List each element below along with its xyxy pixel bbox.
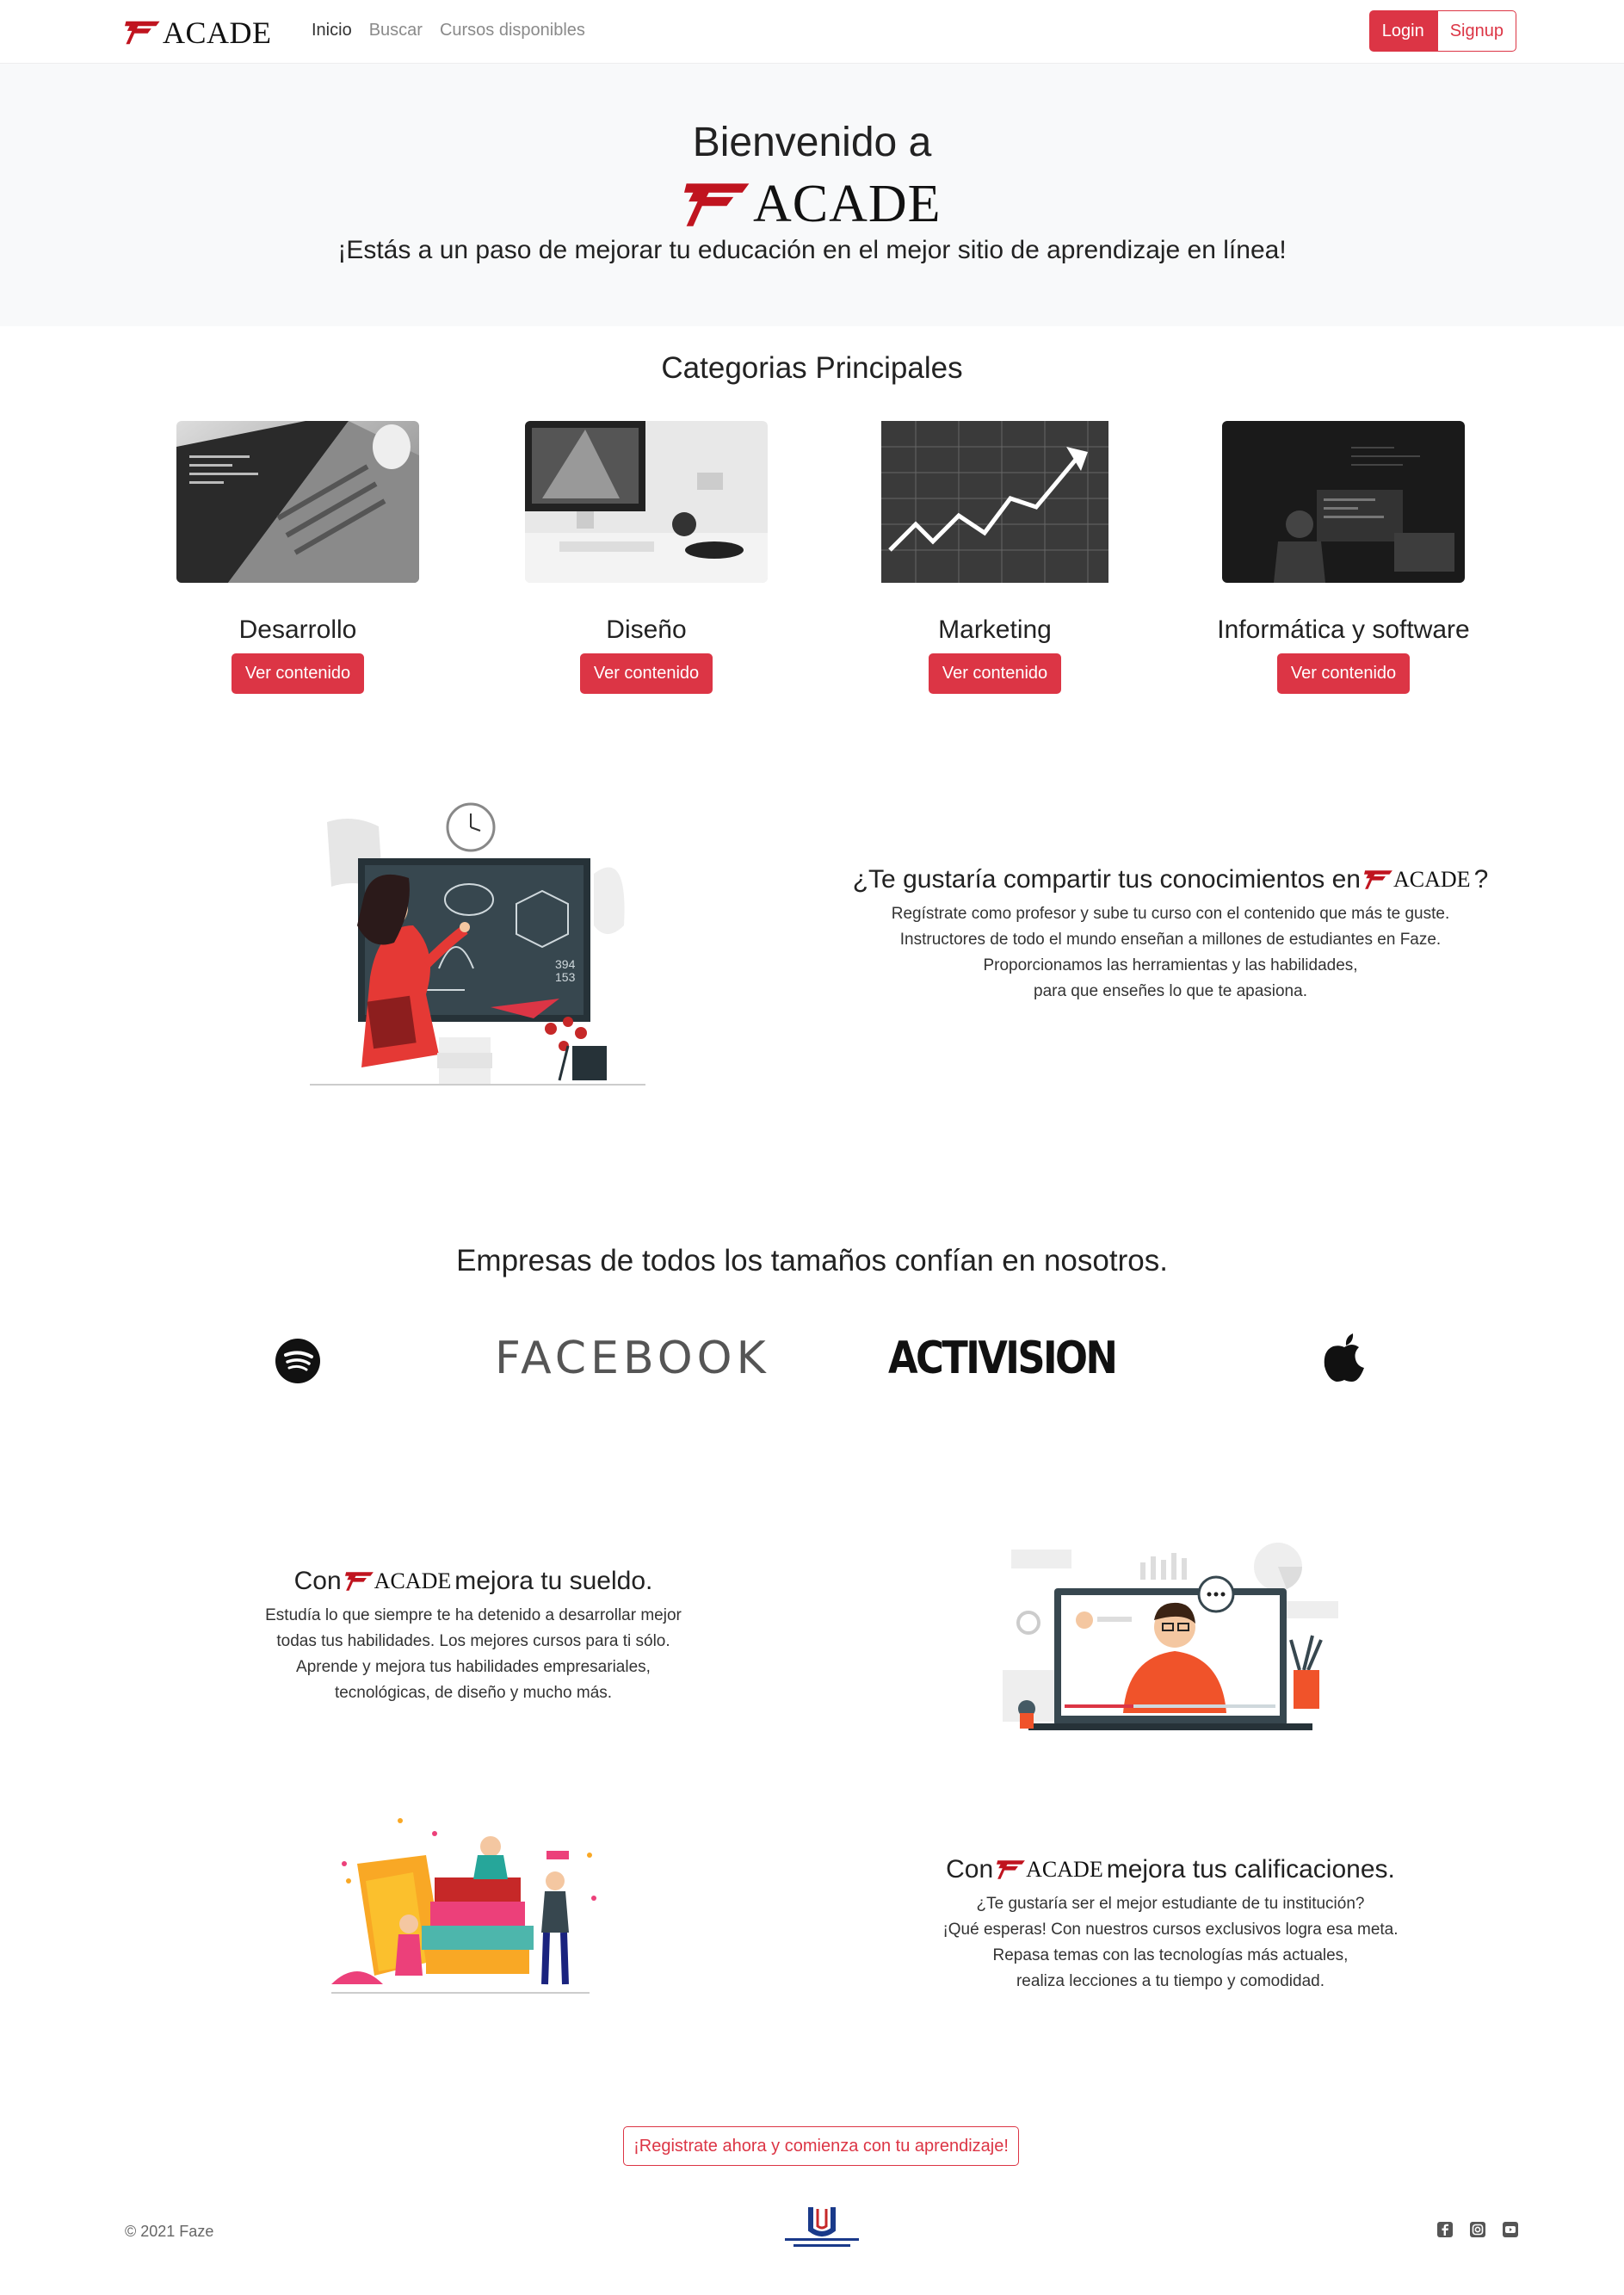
apple-logo bbox=[1321, 1330, 1368, 1385]
category-card: Desarrollo Ver contenido bbox=[126, 421, 470, 694]
stock-chart-photo bbox=[874, 421, 1116, 583]
person-computer-photo bbox=[1222, 421, 1465, 583]
nav-link-inicio[interactable]: Inicio bbox=[312, 21, 352, 40]
teach-section: ¿Te gustaría compartir tus conocimientos… bbox=[818, 865, 1523, 1005]
inline-brand-name: ACADE bbox=[374, 1568, 452, 1593]
brand-mark-icon bbox=[1364, 869, 1393, 890]
salary-line: Estudía lo que siempre te ha detenido a … bbox=[265, 1606, 682, 1624]
teach-description: Regístrate como profesor y sube tu curso… bbox=[818, 901, 1523, 1005]
signup-button[interactable]: Signup bbox=[1436, 10, 1516, 52]
footer-copyright: © 2021 Faze bbox=[125, 2223, 214, 2240]
salary-description: Estudía lo que siempre te ha detenido a … bbox=[215, 1603, 732, 1706]
category-name: Informática y software bbox=[1217, 616, 1470, 644]
youtube-icon[interactable] bbox=[1502, 2221, 1519, 2238]
teacher-illustration: 394 153 bbox=[310, 796, 645, 1093]
auth-buttons: Login Signup bbox=[1368, 10, 1516, 52]
category-card: Diseño Ver contenido bbox=[474, 421, 818, 694]
students-books-illustration bbox=[331, 1812, 607, 2001]
inline-brand-name: ACADE bbox=[1393, 867, 1471, 892]
salary-line: Aprende y mejora tus habilidades empresa… bbox=[296, 1658, 651, 1676]
category-name: Diseño bbox=[606, 616, 687, 644]
view-content-button[interactable]: Ver contenido bbox=[1276, 653, 1411, 694]
grades-line: Repasa temas con las tecnologías más act… bbox=[992, 1946, 1349, 1964]
salary-title: Con ACADE mejora tu sueldo. bbox=[215, 1567, 732, 1596]
hero-subtitle: ¡Estás a un paso de mejorar tu educación… bbox=[337, 236, 1287, 264]
brand-logo[interactable]: ACADE bbox=[125, 15, 272, 50]
category-name: Marketing bbox=[938, 616, 1052, 644]
desk-imac-photo bbox=[525, 421, 768, 583]
hero-brand-name: ACADE bbox=[753, 175, 942, 233]
teach-line: Instructores de todo el mundo enseñan a … bbox=[899, 931, 1442, 949]
salary-line: todas tus habilidades. Los mejores curso… bbox=[276, 1632, 670, 1650]
nav-link-buscar[interactable]: Buscar bbox=[369, 21, 423, 40]
nav-link-cursos[interactable]: Cursos disponibles bbox=[440, 21, 585, 40]
grades-line: ¿Te gustaría ser el mejor estudiante de … bbox=[976, 1895, 1365, 1913]
salary-title-before: Con bbox=[293, 1567, 342, 1595]
facebook-icon[interactable] bbox=[1436, 2221, 1454, 2238]
brand-name: ACADE bbox=[163, 15, 272, 50]
activision-logo: ACTIVISION bbox=[888, 1333, 1118, 1384]
grades-line: realiza lecciones a tu tiempo y comodida… bbox=[1016, 1972, 1325, 1990]
laptop-photo bbox=[176, 421, 419, 583]
category-card: Marketing Ver contenido bbox=[823, 421, 1167, 694]
grades-title: Con ACADE mejora tus calificaciones. bbox=[886, 1855, 1454, 1884]
category-name: Desarrollo bbox=[238, 616, 357, 644]
grades-title-before: Con bbox=[946, 1855, 994, 1884]
social-links bbox=[1436, 2221, 1519, 2238]
companies-title: Empresas de todos los tamaños confían en… bbox=[456, 1244, 1168, 1277]
main-nav: Inicio Buscar Cursos disponibles bbox=[312, 21, 585, 40]
salary-section: Con ACADE mejora tu sueldo. Estudía lo q… bbox=[215, 1567, 732, 1706]
brand-mark-icon bbox=[997, 1859, 1026, 1880]
brand-mark-icon bbox=[684, 181, 751, 229]
salary-title-after: mejora tu sueldo. bbox=[454, 1567, 653, 1595]
hero-title: Bienvenido a bbox=[692, 120, 932, 165]
teach-title-after: ? bbox=[1473, 865, 1489, 894]
register-cta-button[interactable]: ¡Registrate ahora y comienza con tu apre… bbox=[623, 2126, 1019, 2166]
brand-mark-icon bbox=[125, 20, 161, 46]
teach-title: ¿Te gustaría compartir tus conocimientos… bbox=[818, 865, 1523, 894]
grades-line: ¡Qué esperas! Con nuestros cursos exclus… bbox=[942, 1921, 1399, 1939]
teach-line: Proporcionamos las herramientas y las ha… bbox=[983, 956, 1358, 974]
svg-text:394: 394 bbox=[555, 957, 576, 971]
category-card: Informática y software Ver contenido bbox=[1171, 421, 1516, 694]
teach-line: Regístrate como profesor y sube tu curso… bbox=[891, 905, 1450, 923]
navbar: ACADE Inicio Buscar Cursos disponibles L… bbox=[0, 0, 1624, 64]
facebook-logo: FACEBOOK bbox=[495, 1333, 770, 1384]
inline-brand: ACADE bbox=[345, 1568, 452, 1594]
university-logo bbox=[775, 2204, 869, 2255]
teach-line: para que enseñes lo que te apasiona. bbox=[1034, 982, 1307, 1000]
inline-brand: ACADE bbox=[1364, 867, 1471, 893]
view-content-button[interactable]: Ver contenido bbox=[231, 653, 365, 694]
salary-line: tecnológicas, de diseño y mucho más. bbox=[334, 1684, 613, 1702]
inline-brand: ACADE bbox=[997, 1857, 1103, 1883]
spotify-logo bbox=[275, 1339, 320, 1383]
inline-brand-name: ACADE bbox=[1026, 1857, 1103, 1882]
login-button[interactable]: Login bbox=[1368, 10, 1437, 52]
hero-logo: ACADE bbox=[684, 174, 942, 235]
online-class-illustration bbox=[1003, 1541, 1338, 1739]
grades-title-after: mejora tus calificaciones. bbox=[1106, 1855, 1395, 1884]
svg-text:153: 153 bbox=[555, 970, 576, 984]
hero: Bienvenido a ACADE ¡Estás a un paso de m… bbox=[0, 64, 1624, 326]
view-content-button[interactable]: Ver contenido bbox=[928, 653, 1062, 694]
grades-description: ¿Te gustaría ser el mejor estudiante de … bbox=[886, 1891, 1454, 1995]
brand-mark-icon bbox=[345, 1571, 374, 1592]
teach-title-before: ¿Te gustaría compartir tus conocimientos… bbox=[852, 865, 1361, 894]
categories-title: Categorias Principales bbox=[661, 351, 963, 385]
instagram-icon[interactable] bbox=[1469, 2221, 1486, 2238]
grades-section: Con ACADE mejora tus calificaciones. ¿Te… bbox=[886, 1855, 1454, 1995]
view-content-button[interactable]: Ver contenido bbox=[579, 653, 713, 694]
